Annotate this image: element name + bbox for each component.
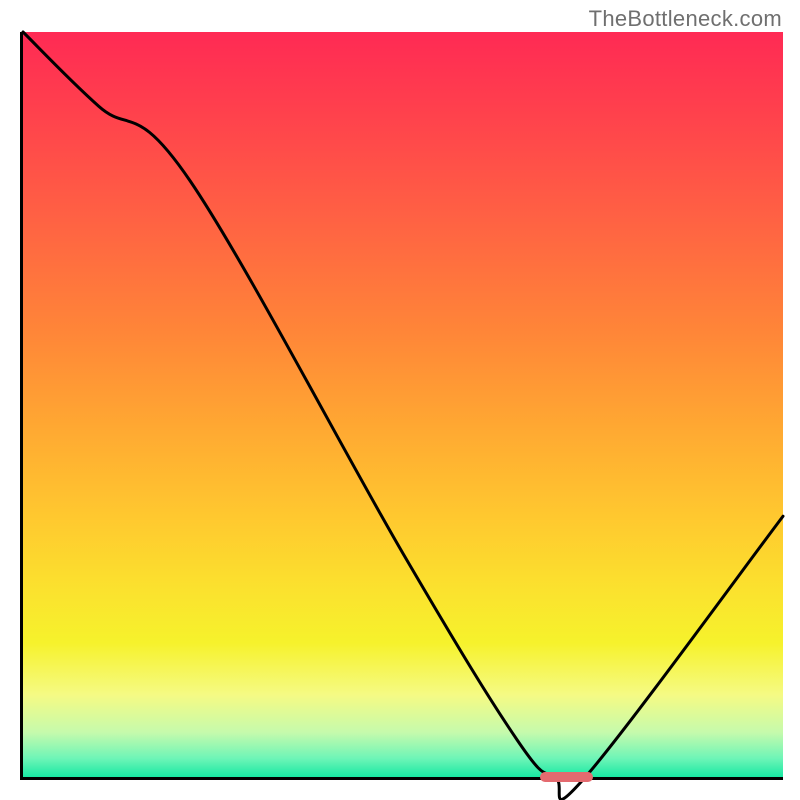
curve-path bbox=[23, 32, 783, 799]
watermark-text: TheBottleneck.com bbox=[589, 6, 782, 32]
chart-plot-area bbox=[20, 32, 783, 780]
bottleneck-curve bbox=[23, 32, 783, 777]
optimal-zone-marker bbox=[540, 772, 593, 782]
